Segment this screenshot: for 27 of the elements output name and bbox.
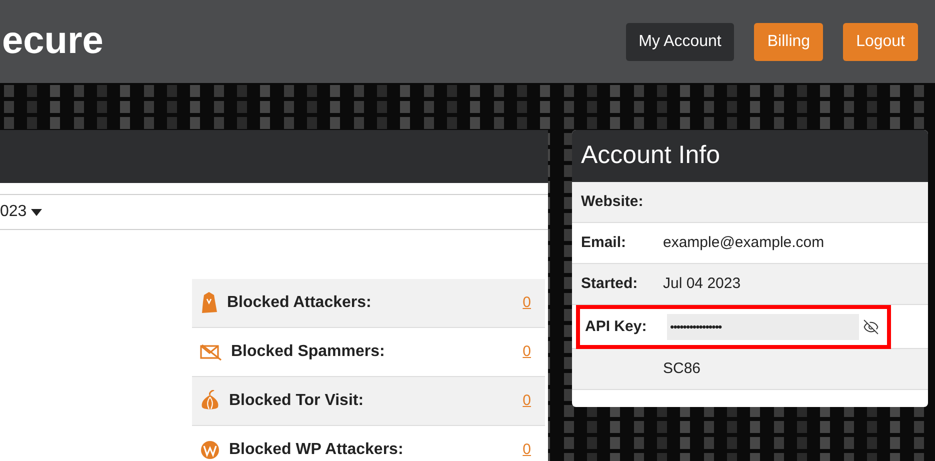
header-button[interactable]: Billing xyxy=(754,22,824,60)
brand-name: ecure xyxy=(2,19,104,64)
stat-count-link[interactable]: 0 xyxy=(522,390,531,412)
stat-label: Blocked Tor Visit: xyxy=(229,391,364,411)
field-label: Website: xyxy=(581,193,644,210)
stat-label: Blocked Attackers: xyxy=(227,293,372,313)
hide-password-icon[interactable] xyxy=(863,318,879,334)
date-dropdown[interactable]: 023 xyxy=(0,200,42,224)
field-label: Email: xyxy=(581,234,626,251)
stat-label: Blocked WP Attackers: xyxy=(229,440,404,460)
field-value: Jul 04 2023 xyxy=(663,274,741,294)
header-button[interactable]: Logout xyxy=(843,22,918,60)
field-label: API Key: xyxy=(585,318,647,334)
stat-count-link[interactable]: 0 xyxy=(522,340,531,364)
hooded-figure-icon xyxy=(200,292,218,314)
field-value: SC86 xyxy=(663,358,701,379)
stat-count-link[interactable]: 0 xyxy=(522,292,531,314)
account-button[interactable]: My Account xyxy=(626,22,734,60)
api-key-field[interactable]: •••••••••••••••• xyxy=(667,314,859,340)
field-label: Started: xyxy=(581,275,638,292)
stat-count-link[interactable]: 0 xyxy=(522,438,531,461)
stat-label: Blocked Spammers: xyxy=(231,342,385,362)
onion-icon xyxy=(200,390,220,412)
envelope-slash-icon xyxy=(200,344,222,360)
card-title: Account Info xyxy=(581,140,720,172)
caret-icon xyxy=(30,208,42,216)
field-value: example@example.com xyxy=(663,232,824,253)
